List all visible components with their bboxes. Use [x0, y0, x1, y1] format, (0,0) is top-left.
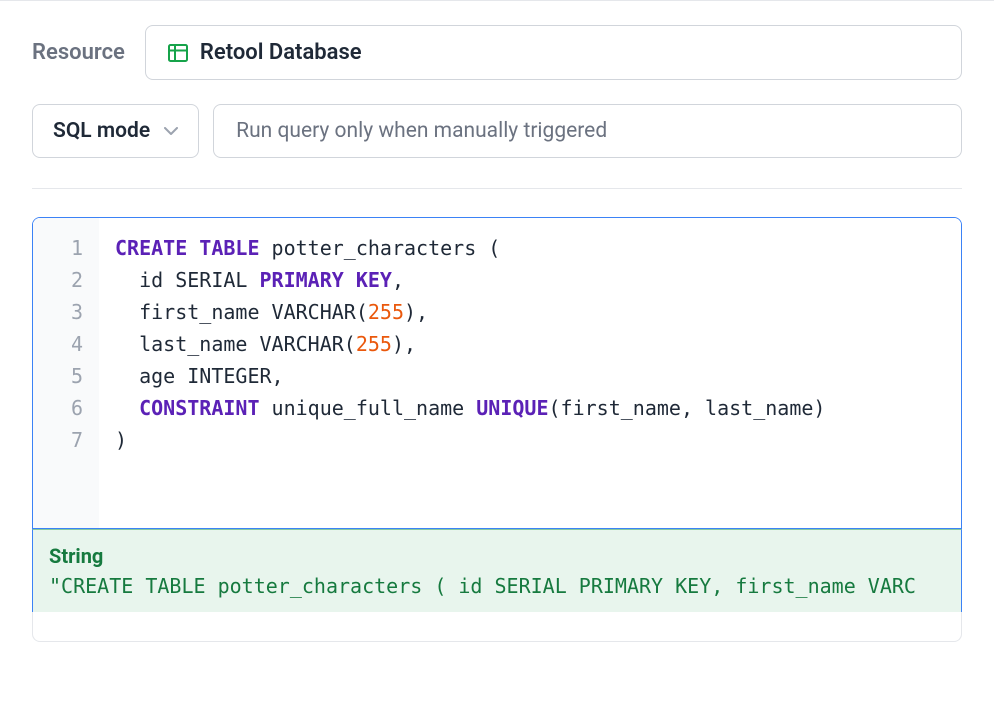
line-number: 5 — [33, 360, 83, 392]
result-type-label: String — [49, 544, 945, 568]
result-value: "CREATE TABLE potter_characters ( id SER… — [49, 574, 945, 598]
resource-label: Resource — [32, 40, 125, 65]
panel-bottom — [32, 612, 962, 642]
code-line-1: CREATE TABLE potter_characters ( — [115, 236, 500, 260]
trigger-select-text: Run query only when manually triggered — [236, 119, 607, 143]
resource-select[interactable]: Retool Database — [145, 25, 962, 80]
line-number-gutter: 1 2 3 4 5 6 7 — [33, 218, 99, 528]
table-icon — [168, 43, 188, 63]
code-line-5: age INTEGER, — [115, 364, 284, 388]
line-number: 4 — [33, 328, 83, 360]
code-editor-wrapper: 1 2 3 4 5 6 7 CREATE TABLE potter_charac… — [32, 217, 962, 529]
query-editor-panel: Resource Retool Database SQL mode Run qu — [0, 0, 994, 642]
line-number: 2 — [33, 264, 83, 296]
trigger-select[interactable]: Run query only when manually triggered — [213, 104, 962, 158]
code-line-2: id SERIAL PRIMARY KEY, — [115, 268, 404, 292]
result-panel: String "CREATE TABLE potter_characters (… — [32, 529, 962, 612]
code-line-4: last_name VARCHAR(255), — [115, 332, 416, 356]
chevron-down-icon — [164, 124, 178, 138]
controls-row: SQL mode Run query only when manually tr… — [32, 104, 962, 189]
code-line-6: CONSTRAINT unique_full_name UNIQUE(first… — [115, 396, 825, 420]
line-number: 6 — [33, 392, 83, 424]
sql-code-editor[interactable]: 1 2 3 4 5 6 7 CREATE TABLE potter_charac… — [33, 218, 961, 528]
resource-row: Resource Retool Database — [32, 1, 962, 104]
sql-mode-dropdown[interactable]: SQL mode — [32, 104, 199, 158]
line-number: 1 — [33, 232, 83, 264]
code-line-3: first_name VARCHAR(255), — [115, 300, 428, 324]
line-number: 7 — [33, 424, 83, 456]
code-line-7: ) — [115, 428, 127, 452]
code-content[interactable]: CREATE TABLE potter_characters ( id SERI… — [99, 218, 961, 528]
resource-select-text: Retool Database — [200, 40, 362, 65]
mode-dropdown-text: SQL mode — [53, 119, 150, 143]
line-number: 3 — [33, 296, 83, 328]
